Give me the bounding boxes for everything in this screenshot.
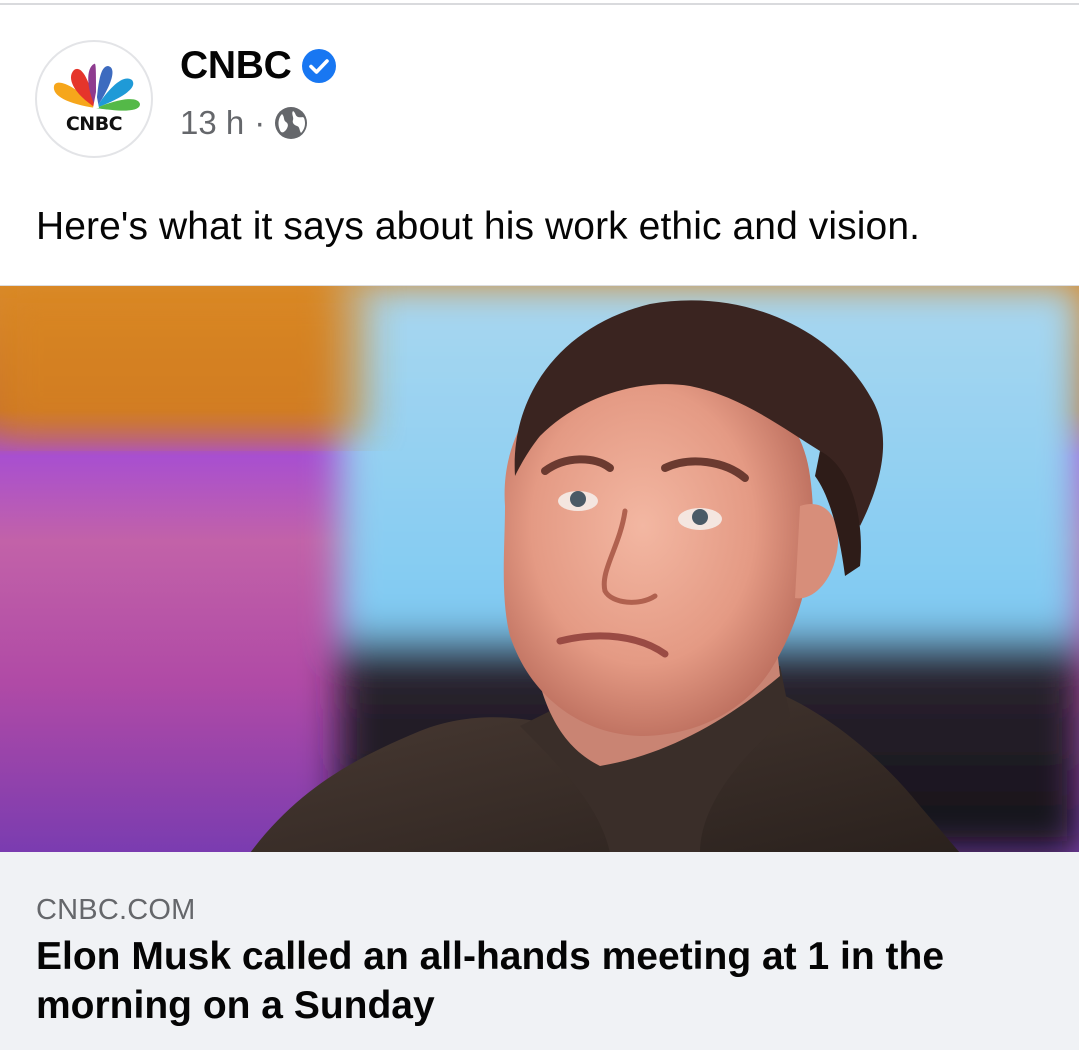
- meta-separator: ·: [254, 104, 266, 141]
- top-divider: [0, 3, 1079, 5]
- link-domain: CNBC.COM: [36, 894, 196, 926]
- post-header: CNBC CNBC 13 h ·: [35, 40, 1035, 162]
- link-title[interactable]: Elon Musk called an all-hands meeting at…: [36, 932, 1036, 1030]
- post-text: Here's what it says about his work ethic…: [36, 205, 921, 248]
- globe-icon[interactable]: [273, 105, 309, 141]
- post-timestamp[interactable]: 13 h: [180, 104, 244, 142]
- link-preview-card[interactable]: CNBC.COM Elon Musk called an all-hands m…: [0, 852, 1079, 1050]
- name-row: CNBC: [180, 44, 337, 88]
- portrait-photo: [0, 286, 1079, 853]
- post-meta: 13 h ·: [180, 104, 309, 142]
- avatar-wordmark: CNBC: [65, 113, 123, 135]
- nbc-peacock-logo: [53, 63, 140, 111]
- page-name[interactable]: CNBC: [180, 44, 292, 88]
- page-avatar[interactable]: CNBC: [35, 40, 153, 158]
- post-photo[interactable]: [0, 285, 1079, 853]
- verified-badge-icon: [301, 48, 337, 84]
